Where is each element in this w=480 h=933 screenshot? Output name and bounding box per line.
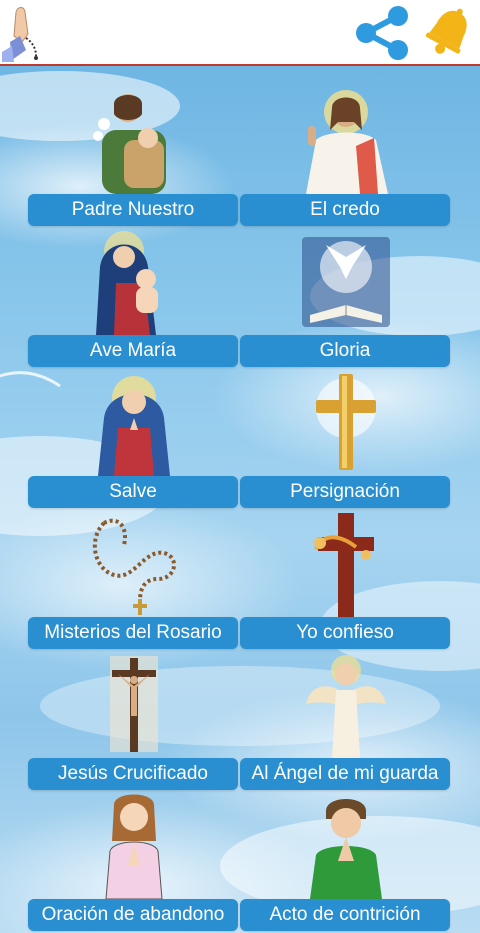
prayer-card-yo-confieso[interactable]: Yo confieso <box>240 497 452 649</box>
dove-over-bible-icon <box>302 237 390 327</box>
prayer-grid: Padre Nuestro El credo Ave María Gloria … <box>0 66 480 933</box>
golden-cross-icon <box>316 374 376 470</box>
prayer-card-acto-de-contricion[interactable]: Acto de contrición <box>240 779 452 931</box>
prayer-card-salve[interactable]: Salve <box>28 356 240 508</box>
prayer-card-el-credo[interactable]: El credo <box>240 74 452 226</box>
guardian-angel-icon <box>306 655 386 758</box>
prayer-card-misterios-del-rosario[interactable]: Misterios del Rosario <box>28 497 240 649</box>
prayer-card-oracion-de-abandono[interactable]: Oración de abandono <box>28 779 240 931</box>
praying-man-icon <box>310 799 382 899</box>
crucifix-icon <box>110 656 158 752</box>
saint-joseph-with-child-icon <box>93 94 166 194</box>
prayer-card-jesus-crucificado[interactable]: Jesús Crucificado <box>28 638 240 790</box>
prayer-button-acto-de-contricion[interactable]: Acto de contrición <box>240 899 450 931</box>
prayer-card-persignacion[interactable]: Persignación <box>240 356 452 508</box>
prayer-button-oracion-de-abandono[interactable]: Oración de abandono <box>28 899 238 931</box>
bell-icon[interactable] <box>422 4 476 60</box>
praying-girl-icon <box>105 794 163 899</box>
app-header <box>0 0 480 66</box>
prayer-card-ave-maria[interactable]: Ave María <box>28 215 240 367</box>
praying-virgin-icon <box>98 376 170 476</box>
prayer-card-padre-nuestro[interactable]: Padre Nuestro <box>28 74 240 226</box>
prayer-card-gloria[interactable]: Gloria <box>240 215 452 367</box>
praying-hands-rosary-icon <box>2 7 38 62</box>
rosary-icon <box>93 518 176 615</box>
virgin-mary-with-child-icon <box>96 231 158 335</box>
share-icon[interactable] <box>352 4 414 62</box>
wooden-cross-icon <box>314 513 374 617</box>
prayer-card-al-angel-de-mi-guarda[interactable]: Al Ángel de mi guarda <box>240 638 452 790</box>
prayer-list-background: Padre Nuestro El credo Ave María Gloria … <box>0 66 480 933</box>
jesus-blessing-icon <box>306 90 388 194</box>
